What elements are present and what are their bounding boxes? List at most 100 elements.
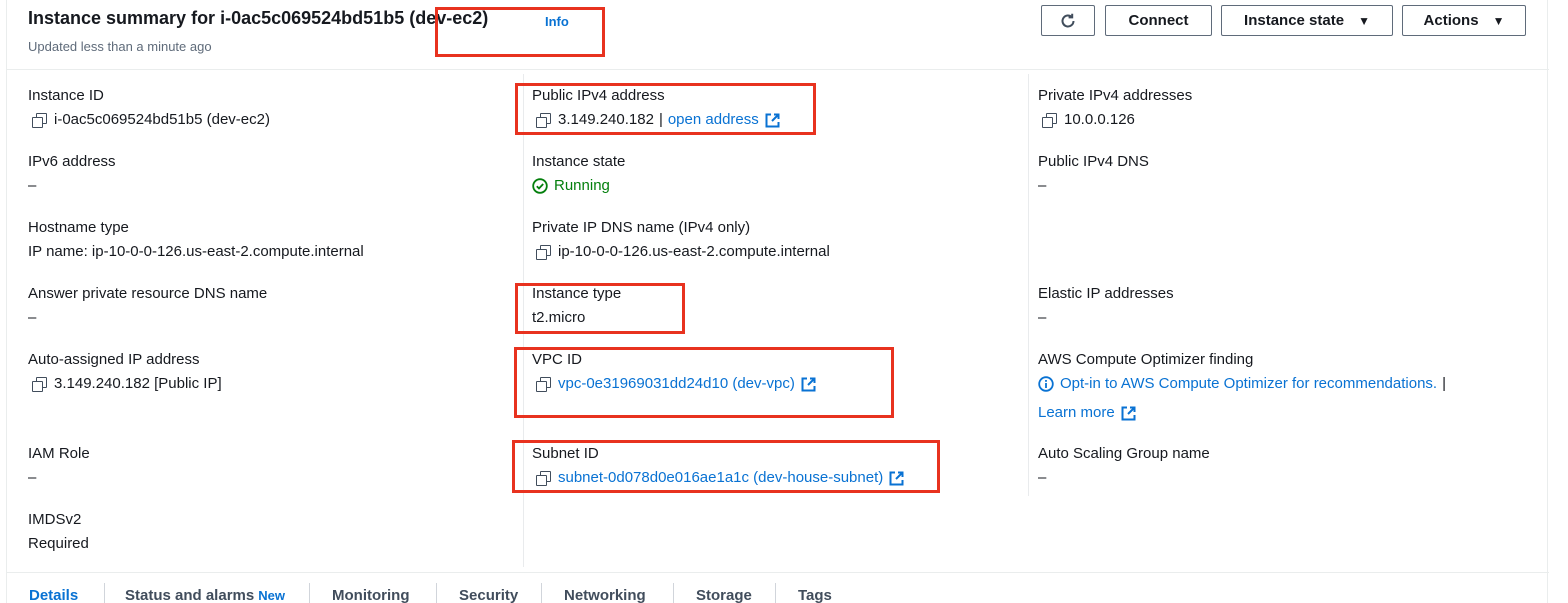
- page-title: Instance summary for i-0ac5c069524bd51b5…: [28, 8, 489, 28]
- info-link[interactable]: Info: [545, 14, 569, 29]
- field-answer-dns: Answer private resource DNS name –: [28, 285, 267, 327]
- status-check-icon: [532, 178, 548, 194]
- open-address-link[interactable]: open address: [668, 111, 759, 129]
- column-divider: [1028, 74, 1029, 496]
- tab-divider: [541, 583, 542, 603]
- instance-type-value: t2.micro: [532, 309, 586, 326]
- learn-more-link[interactable]: Learn more: [1038, 404, 1115, 422]
- field-ipv6: IPv6 address –: [28, 153, 116, 195]
- refresh-icon: [1061, 13, 1075, 27]
- tab-tags[interactable]: Tags: [798, 587, 832, 603]
- subnet-id-link[interactable]: subnet-0d078d0e016ae1a1c (dev-house-subn…: [558, 469, 883, 487]
- tab-storage[interactable]: Storage: [696, 587, 752, 603]
- detail-tabs: Details Status and alarms New Monitoring …: [7, 572, 1549, 603]
- field-instance-id: Instance ID i-0ac5c069524bd51b5 (dev-ec2…: [28, 87, 270, 129]
- instance-id-value: i-0ac5c069524bd51b5 (dev-ec2): [54, 111, 270, 128]
- tab-divider: [104, 583, 105, 603]
- external-link-icon[interactable]: [765, 113, 780, 128]
- separator: |: [1442, 375, 1446, 392]
- connect-button[interactable]: Connect: [1105, 5, 1212, 36]
- field-label: IMDSv2: [28, 511, 82, 528]
- field-label: Instance type: [532, 285, 622, 302]
- asg-value: –: [1038, 469, 1047, 486]
- private-ipv4-value: 10.0.0.126: [1064, 111, 1135, 128]
- field-public-dns: Public IPv4 DNS –: [1038, 153, 1149, 195]
- tab-divider: [775, 583, 776, 603]
- instance-state-button[interactable]: Instance state ▼: [1221, 5, 1393, 36]
- field-subnet-id: Subnet ID subnet-0d078d0e016ae1a1c (dev-…: [532, 445, 904, 487]
- field-label: Auto Scaling Group name: [1038, 445, 1210, 462]
- field-instance-type: Instance type t2.micro: [532, 285, 621, 327]
- copy-icon[interactable]: [1042, 113, 1057, 128]
- tab-label: Status and alarms: [125, 587, 255, 603]
- copy-icon[interactable]: [536, 377, 551, 392]
- caret-down-icon: ▼: [1358, 13, 1370, 28]
- tab-divider: [673, 583, 674, 603]
- refresh-button[interactable]: [1041, 5, 1095, 36]
- field-public-ipv4: Public IPv4 address 3.149.240.182 | open…: [532, 87, 780, 129]
- field-private-dns: Private IP DNS name (IPv4 only) ip-10-0-…: [532, 219, 830, 261]
- external-link-icon[interactable]: [801, 377, 816, 392]
- separator: |: [658, 111, 663, 128]
- vpc-id-link[interactable]: vpc-0e31969031dd24d10 (dev-vpc): [558, 375, 795, 393]
- instance-state-label: Instance state: [1244, 12, 1345, 29]
- actions-button[interactable]: Actions ▼: [1402, 5, 1526, 36]
- tab-divider: [436, 583, 437, 603]
- field-label: Public IPv4 address: [532, 87, 665, 104]
- field-label: Answer private resource DNS name: [28, 285, 268, 302]
- field-private-ipv4: Private IPv4 addresses 10.0.0.126: [1038, 87, 1192, 129]
- copy-icon[interactable]: [536, 113, 551, 128]
- column-divider: [523, 74, 524, 567]
- public-dns-value: –: [1038, 177, 1047, 194]
- tab-security[interactable]: Security: [459, 587, 518, 603]
- external-link-icon[interactable]: [1121, 406, 1136, 421]
- field-label: AWS Compute Optimizer finding: [1038, 351, 1254, 368]
- optimizer-opt-in-link[interactable]: Opt-in to AWS Compute Optimizer for reco…: [1060, 375, 1437, 393]
- copy-icon[interactable]: [536, 471, 551, 486]
- copy-icon[interactable]: [32, 377, 47, 392]
- private-dns-value: ip-10-0-0-126.us-east-2.compute.internal: [558, 243, 830, 260]
- field-vpc-id: VPC ID vpc-0e31969031dd24d10 (dev-vpc): [532, 351, 816, 393]
- public-ipv4-value: 3.149.240.182: [558, 111, 654, 128]
- elastic-ip-value: –: [1038, 309, 1047, 326]
- info-circle-icon: [1038, 376, 1054, 392]
- copy-icon[interactable]: [32, 113, 47, 128]
- field-label: IPv6 address: [28, 153, 116, 170]
- field-label: Hostname type: [28, 219, 129, 236]
- ipv6-value: –: [28, 177, 37, 194]
- field-instance-state: Instance state Running: [532, 153, 625, 195]
- field-label: Private IP DNS name (IPv4 only): [532, 219, 751, 236]
- field-label: Elastic IP addresses: [1038, 285, 1174, 302]
- copy-icon[interactable]: [536, 245, 551, 260]
- tab-monitoring[interactable]: Monitoring: [332, 587, 409, 603]
- field-label: Instance state: [532, 153, 626, 170]
- field-label: Public IPv4 DNS: [1038, 153, 1149, 170]
- field-imdsv2: IMDSv2 Required: [28, 511, 89, 553]
- field-hostname-type: Hostname type IP name: ip-10-0-0-126.us-…: [28, 219, 364, 261]
- tab-divider: [309, 583, 310, 603]
- field-label: IAM Role: [28, 445, 90, 462]
- field-optimizer: AWS Compute Optimizer finding Opt-in to …: [1038, 351, 1451, 422]
- actions-label: Actions: [1423, 12, 1479, 29]
- field-elastic-ip: Elastic IP addresses –: [1038, 285, 1174, 327]
- updated-text: Updated less than a minute ago: [28, 39, 212, 54]
- auto-ip-value: 3.149.240.182 [Public IP]: [54, 375, 222, 392]
- field-label: VPC ID: [532, 351, 583, 368]
- field-iam-role: IAM Role –: [28, 445, 90, 487]
- caret-down-icon: ▼: [1492, 13, 1505, 28]
- iam-role-value: –: [28, 469, 37, 486]
- field-label: Subnet ID: [532, 445, 599, 462]
- hostname-type-value: IP name: ip-10-0-0-126.us-east-2.compute…: [28, 243, 364, 260]
- tab-status-and-alarms[interactable]: Status and alarms New: [125, 587, 285, 603]
- instance-state-value: Running: [554, 177, 610, 194]
- field-asg: Auto Scaling Group name –: [1038, 445, 1210, 487]
- tab-details[interactable]: Details: [29, 587, 78, 603]
- tab-networking[interactable]: Networking: [564, 587, 646, 603]
- summary-header: Instance summary for i-0ac5c069524bd51b5…: [7, 0, 1549, 70]
- field-auto-ip: Auto-assigned IP address 3.149.240.182 […: [28, 351, 222, 393]
- field-label: Instance ID: [28, 87, 104, 104]
- new-badge: New: [258, 588, 285, 603]
- field-label: Auto-assigned IP address: [28, 351, 200, 368]
- imdsv2-value: Required: [28, 535, 89, 552]
- external-link-icon[interactable]: [889, 471, 904, 486]
